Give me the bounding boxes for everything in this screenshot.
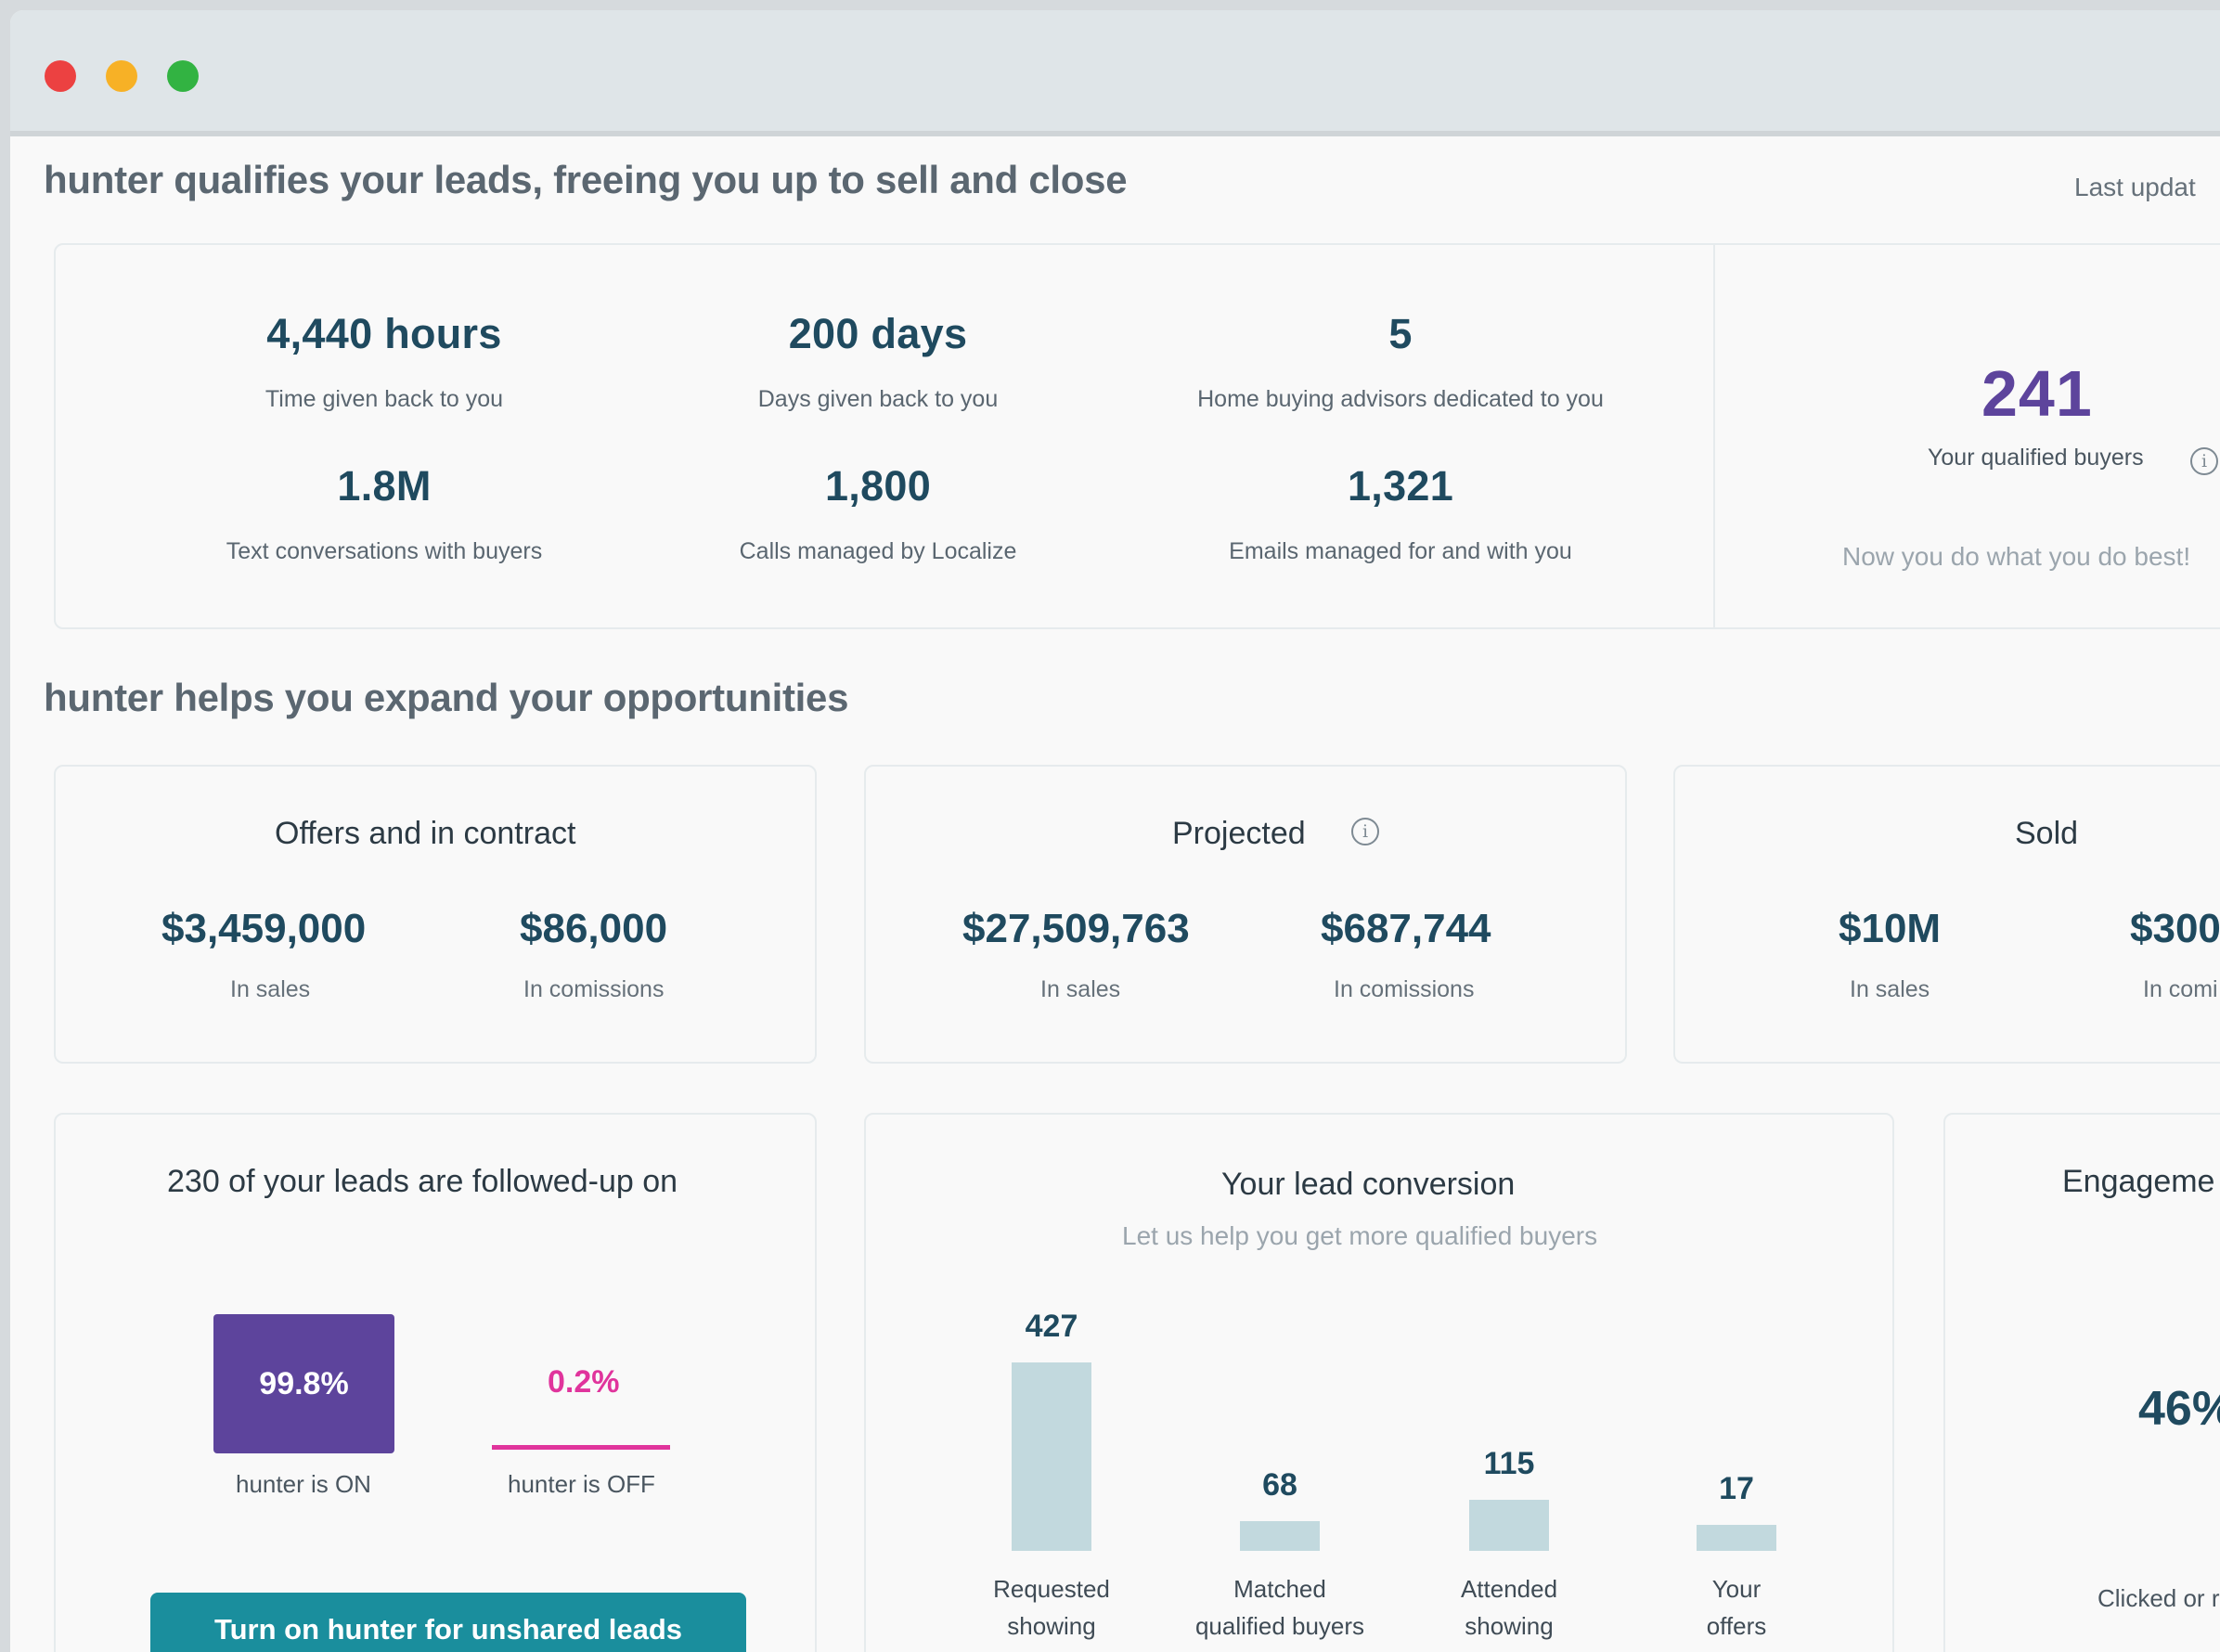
stat-value: 5 (1388, 310, 1413, 357)
chart-value-label: 17 (1719, 1471, 1754, 1506)
sales-label: In sales (1850, 976, 1930, 1002)
commissions-label: In comissions (1334, 976, 1475, 1002)
turn-on-hunter-button[interactable]: Turn on hunter for unshared leads (150, 1593, 746, 1652)
conversion-title: Your lead conversion (1221, 1167, 1516, 1202)
stat-time-given: 4,440 hours Time given back to you (106, 310, 663, 413)
stat-label: Time given back to you (265, 386, 504, 412)
stat-text-conversations: 1.8M Text conversations with buyers (106, 462, 663, 565)
stat-value: 200 days (788, 310, 968, 357)
chart-bar (1012, 1362, 1091, 1551)
chart-category-label-line: showing (1007, 1612, 1096, 1640)
chart-category-label-line: Your (1711, 1575, 1762, 1603)
minimize-window-button[interactable] (106, 60, 137, 92)
stat-advisors: 5 Home buying advisors dedicated to you (1122, 310, 1679, 413)
chart-bar (1697, 1525, 1776, 1551)
card-title: Sold (2015, 816, 2079, 851)
stat-days-given: 200 days Days given back to you (600, 310, 1156, 413)
engagement-title: Engageme (2062, 1164, 2215, 1199)
close-window-button[interactable] (45, 60, 76, 92)
stat-label: Emails managed for and with you (1229, 538, 1572, 564)
chart-bar (1469, 1500, 1549, 1551)
last-update-label: Last updat (2074, 173, 2196, 201)
summary-divider (1713, 245, 1715, 627)
page-title: hunter qualifies your leads, freeing you… (44, 158, 1128, 201)
followup-title: 230 of your leads are followed-up on (167, 1164, 678, 1199)
chart-category-label-line: showing (1465, 1612, 1554, 1640)
info-icon[interactable]: i (2190, 447, 2218, 475)
commissions-value: $300 (2130, 906, 2220, 951)
qualified-tagline: Now you do what you do best! (1842, 542, 2191, 571)
hunter-off-percentage: 0.2% (548, 1364, 620, 1400)
summary-card: 4,440 hours Time given back to you 200 d… (54, 243, 2220, 629)
chart-category-label: Your offers (1625, 1570, 1848, 1645)
stat-label: Days given back to you (757, 386, 999, 412)
conversion-subtitle: Let us help you get more qualified buyer… (1122, 1221, 1598, 1250)
chart-category-label-line: Attended (1460, 1575, 1558, 1603)
engagement-label: Clicked or r (2097, 1584, 2220, 1612)
chart-category-label: Attended showing (1398, 1570, 1620, 1645)
chart-category-label-line: qualified buyers (1194, 1612, 1365, 1640)
commissions-label: In comi (2143, 976, 2218, 1002)
chart-bar (1240, 1521, 1320, 1551)
chart-category-label-line: offers (1706, 1612, 1767, 1640)
qualified-buyers-count: 241 (1981, 357, 2093, 430)
stat-label: Calls managed by Localize (739, 538, 1017, 564)
maximize-window-button[interactable] (167, 60, 199, 92)
card-title: Offers and in contract (275, 816, 576, 851)
sales-value: $27,509,763 (962, 906, 1190, 951)
chart-category-label-line: Matched (1233, 1575, 1326, 1603)
card-projected: Projected i $27,509,763 In sales $687,74… (864, 765, 1627, 1064)
hunter-on-label: hunter is ON (236, 1470, 371, 1498)
stat-value: 1.8M (337, 462, 432, 510)
engagement-value: 46% (2138, 1382, 2220, 1436)
stat-value: 1,321 (1347, 462, 1454, 510)
info-icon[interactable]: i (1351, 818, 1379, 845)
stat-emails: 1,321 Emails managed for and with you (1122, 462, 1679, 565)
chart-category-label-line: Requested (993, 1575, 1110, 1603)
chart-value-label: 115 (1483, 1446, 1535, 1481)
commissions-value: $86,000 (520, 906, 668, 951)
section-title-opportunities: hunter helps you expand your opportuniti… (44, 676, 849, 719)
hunter-off-label: hunter is OFF (508, 1470, 655, 1498)
sales-label: In sales (230, 976, 311, 1002)
stat-value: 4,440 hours (266, 310, 502, 357)
sales-label: In sales (1040, 976, 1121, 1002)
chart-category-label: Requested showing (940, 1570, 1163, 1645)
sales-value: $3,459,000 (161, 906, 367, 951)
chart-value-label: 427 (1025, 1309, 1078, 1344)
stat-value: 1,800 (824, 462, 932, 510)
hunter-on-percentage: 99.8% (213, 1314, 394, 1453)
commissions-value: $687,744 (1321, 906, 1491, 951)
window-titlebar (10, 10, 2220, 136)
stat-label: Text conversations with buyers (226, 538, 543, 564)
hunter-off-bar (492, 1445, 670, 1450)
stat-label: Home buying advisors dedicated to you (1197, 386, 1604, 412)
card-title: Projected (1172, 816, 1306, 851)
commissions-label: In comissions (523, 976, 665, 1002)
stat-calls: 1,800 Calls managed by Localize (600, 462, 1156, 565)
card-sold: Sold $10M In sales $300 In comi (1673, 765, 2220, 1064)
card-offers-contract: Offers and in contract $3,459,000 In sal… (54, 765, 817, 1064)
chart-category-label: Matched qualified buyers (1168, 1570, 1391, 1645)
sales-value: $10M (1839, 906, 1942, 951)
chart-value-label: 68 (1262, 1467, 1297, 1503)
qualified-buyers-label: Your qualified buyers (1928, 445, 2144, 471)
